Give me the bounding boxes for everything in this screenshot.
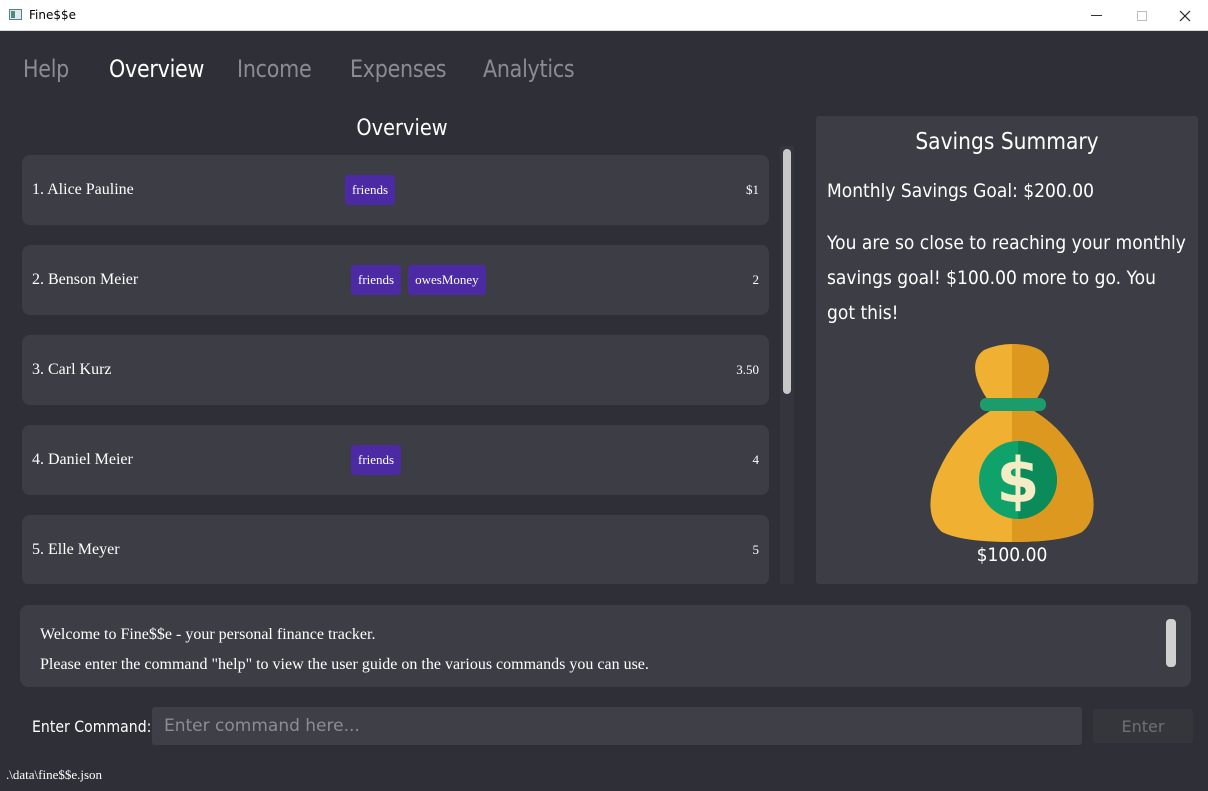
minimize-button[interactable] xyxy=(1073,0,1119,31)
command-label: Enter Command: xyxy=(32,717,152,736)
tab-analytics[interactable]: Analytics xyxy=(483,55,575,83)
result-display: Welcome to Fine$$e - your personal finan… xyxy=(20,605,1191,687)
savings-panel: Savings Summary Monthly Savings Goal: $2… xyxy=(816,116,1198,584)
svg-text:$: $ xyxy=(996,444,1039,517)
item-amount: 3.50 xyxy=(736,362,759,377)
tag: friends xyxy=(345,175,396,205)
maximize-button[interactable] xyxy=(1119,0,1165,31)
list-item[interactable]: 5. Elle Meyer 5 xyxy=(22,515,769,584)
item-amount: 5 xyxy=(752,542,760,557)
savings-amount: $100.00 xyxy=(976,544,1048,566)
menu-bar: Help Overview Income Expenses Analytics xyxy=(0,31,1208,101)
tab-help[interactable]: Help xyxy=(23,55,69,83)
item-name: 2. Benson Meier xyxy=(32,271,139,288)
item-amount: $1 xyxy=(746,182,759,197)
item-name: 4. Daniel Meier xyxy=(32,451,133,468)
list-item[interactable]: 2. Benson Meier friends owesMoney 2 xyxy=(22,245,769,315)
maximize-icon xyxy=(1137,10,1147,21)
item-name: 1. Alice Pauline xyxy=(32,181,134,198)
status-file-path: .\data\fine$$e.json xyxy=(6,767,103,782)
savings-goal: Monthly Savings Goal: $200.00 xyxy=(827,180,1095,202)
app-window-icon xyxy=(9,9,22,20)
tag-list: friends owesMoney xyxy=(351,265,486,295)
list-scrollbar[interactable] xyxy=(780,146,794,584)
item-amount: 2 xyxy=(752,272,760,287)
result-line: Please enter the command "help" to view … xyxy=(40,656,649,673)
list-item[interactable]: 1. Alice Pauline friends $1 xyxy=(22,155,769,225)
result-line: Welcome to Fine$$e - your personal finan… xyxy=(40,626,376,643)
list-item[interactable]: 4. Daniel Meier friends 4 xyxy=(22,425,769,495)
result-scrollbar[interactable] xyxy=(1166,619,1176,667)
overview-title: Overview xyxy=(356,116,448,141)
tab-income[interactable]: Income xyxy=(237,55,312,83)
command-input[interactable] xyxy=(152,707,1082,745)
savings-message: You are so close to reaching your monthl… xyxy=(827,232,1186,324)
tag-list: friends xyxy=(345,175,396,205)
list-item[interactable]: 3. Carl Kurz 3.50 xyxy=(22,335,769,405)
enter-button[interactable]: Enter xyxy=(1093,709,1193,743)
money-bag-icon: $ xyxy=(930,344,1094,542)
close-button[interactable] xyxy=(1162,0,1208,31)
tag: owesMoney xyxy=(408,265,486,295)
tab-overview[interactable]: Overview xyxy=(109,55,204,83)
minimize-icon xyxy=(1090,15,1102,16)
item-name: 5. Elle Meyer xyxy=(32,541,120,558)
transaction-list[interactable]: 1. Alice Pauline friends $1 2. Benson Me… xyxy=(22,150,772,584)
list-scrollbar-thumb[interactable] xyxy=(783,149,791,394)
window-title: Fine$$e xyxy=(29,8,77,22)
item-amount: 4 xyxy=(752,452,760,467)
savings-title: Savings Summary xyxy=(915,129,1099,155)
tag: friends xyxy=(351,265,402,295)
close-icon xyxy=(1179,10,1191,21)
item-name: 3. Carl Kurz xyxy=(32,361,112,378)
tab-expenses[interactable]: Expenses xyxy=(350,55,447,83)
tag-list: friends xyxy=(351,445,402,475)
tag: friends xyxy=(351,445,402,475)
window-titlebar: Fine$$e xyxy=(0,0,1208,31)
